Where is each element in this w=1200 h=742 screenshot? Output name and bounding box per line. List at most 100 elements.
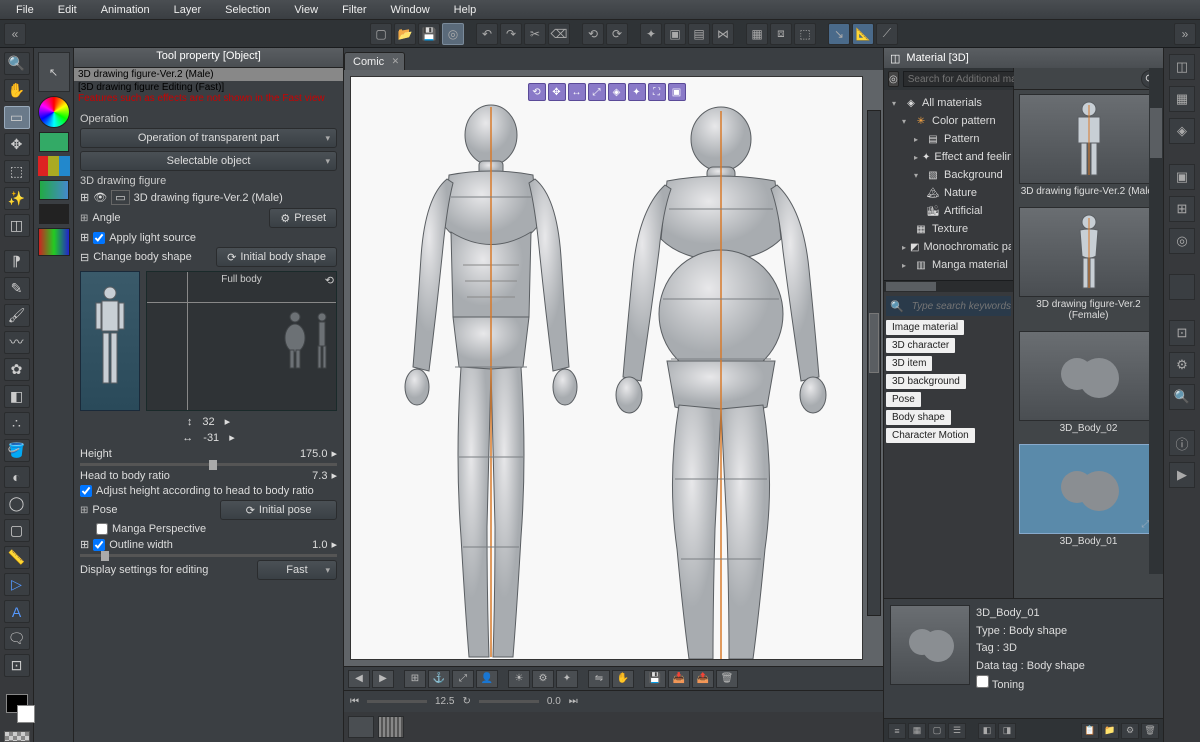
path-icon[interactable]: ▷ [4, 573, 30, 596]
scale-reset-icon[interactable]: ⤢ [452, 670, 474, 688]
tree-monochromatic[interactable]: ▸◩Monochromatic pattern [886, 238, 1011, 256]
cloud-search-icon[interactable]: ◎ [888, 71, 899, 87]
step-back-icon[interactable]: ⟲ [582, 23, 604, 45]
height-value[interactable]: 175.0 [300, 448, 328, 460]
tree-texture[interactable]: ▦Texture [886, 220, 1011, 238]
subtool-cursor-icon[interactable]: ↖ [38, 52, 70, 92]
zoom-value[interactable]: 12.5 [435, 696, 454, 707]
new-file-icon[interactable]: ▢ [370, 23, 392, 45]
next-icon[interactable]: ▶ [372, 670, 394, 688]
dock-layer-icon[interactable]: ▦ [1169, 86, 1195, 112]
rotate-icon[interactable]: ↻ [462, 696, 470, 707]
menu-edit[interactable]: Edit [48, 2, 87, 18]
tag-3d-background[interactable]: 3D background [886, 374, 966, 389]
snap-angle-icon[interactable]: ↘ [828, 23, 850, 45]
color-swatch-2[interactable] [39, 204, 69, 224]
zoom-slider[interactable] [367, 700, 427, 703]
nav-left-icon[interactable]: ⏮ [350, 696, 359, 707]
tree-color-pattern[interactable]: ▾✳Color pattern [886, 112, 1011, 130]
menu-window[interactable]: Window [381, 2, 440, 18]
light-1-icon[interactable]: ☀ [508, 670, 530, 688]
expand-outline-icon[interactable]: ⊞ [80, 538, 89, 551]
butterfly-icon[interactable]: ⋈ [712, 23, 734, 45]
box-icon[interactable]: ▣ [664, 23, 686, 45]
initial-body-button[interactable]: ⟳Initial body shape [216, 247, 337, 267]
preset-button[interactable]: ⚙Preset [269, 208, 337, 228]
correct-icon[interactable]: ⊡ [4, 654, 30, 677]
dock-info-icon[interactable]: ⓘ [1169, 430, 1195, 456]
tag-3d-character[interactable]: 3D character [886, 338, 955, 353]
dock-search-icon[interactable]: 🔍 [1169, 384, 1195, 410]
view-list-icon[interactable]: ≡ [888, 723, 906, 739]
thumb-body-02[interactable]: 3D_Body_02 [1019, 331, 1159, 440]
register-icon[interactable]: 📤 [692, 670, 714, 688]
light-3-icon[interactable]: ✦ [556, 670, 578, 688]
stack-icon[interactable]: ▤ [688, 23, 710, 45]
menu-layer[interactable]: Layer [164, 2, 212, 18]
hand-tool2-icon[interactable]: ✋ [612, 670, 634, 688]
tree-effect[interactable]: ▸✦Effect and feeling [886, 148, 1011, 166]
crop-icon[interactable]: ◫ [4, 214, 30, 237]
prev-icon[interactable]: ◀ [348, 670, 370, 688]
perspective-icon[interactable]: ⧈ [770, 23, 792, 45]
collapse-left-icon[interactable]: « [4, 23, 26, 45]
tree-background[interactable]: ▾▧Background [886, 166, 1011, 184]
ruler-tool-icon[interactable]: 📏 [4, 546, 30, 569]
thumb-body-01[interactable]: ⤢ 3D_Body_01 [1019, 444, 1159, 553]
cut-icon[interactable]: ✂ [524, 23, 546, 45]
thumb-male-figure[interactable]: 3D drawing figure-Ver.2 (Male) [1019, 94, 1159, 203]
anchor-icon[interactable]: ⚓ [428, 670, 450, 688]
dock-autoaction-icon[interactable]: ⊡ [1169, 320, 1195, 346]
page-icon[interactable]: ▭ [111, 190, 129, 205]
ratio-stepper-icon[interactable]: ▸ [331, 469, 337, 482]
light-2-icon[interactable]: ⚙ [532, 670, 554, 688]
body-shape-editor[interactable]: Full body ⟲ [80, 271, 337, 411]
tree-scrollbar[interactable] [884, 280, 1013, 292]
timeline-toggle-icon[interactable] [348, 716, 374, 738]
eraser-icon[interactable]: ◧ [4, 385, 30, 408]
expand-icon[interactable]: ⊞ [80, 191, 89, 204]
tag-character-motion[interactable]: Character Motion [886, 428, 975, 443]
fill-icon[interactable]: 🪣 [4, 439, 30, 462]
reset-body-icon[interactable]: ⟲ [325, 274, 334, 287]
tag-body-shape[interactable]: Body shape [886, 410, 951, 425]
menu-animation[interactable]: Animation [91, 2, 160, 18]
collapse-right-icon[interactable]: » [1174, 23, 1196, 45]
object-tool-icon[interactable]: ▭ [4, 106, 30, 129]
decoration-icon[interactable]: ✿ [4, 358, 30, 381]
marquee-icon[interactable]: ⬚ [794, 23, 816, 45]
frame-icon[interactable]: ▢ [4, 519, 30, 542]
pose-expander[interactable]: Pose [80, 504, 117, 516]
outline-value[interactable]: 1.0 [312, 539, 327, 551]
initial-pose-button[interactable]: ⟳Initial pose [220, 500, 337, 520]
thumb-female-figure[interactable]: 3D drawing figure-Ver.2 (Female) [1019, 207, 1159, 327]
undo-icon[interactable]: ↶ [476, 23, 498, 45]
menu-file[interactable]: File [6, 2, 44, 18]
eye-icon[interactable]: 👁 [93, 191, 107, 204]
select-icon[interactable]: ⬚ [4, 160, 30, 183]
properties-icon[interactable]: ⚙ [1121, 723, 1139, 739]
color-swatch-1[interactable] [39, 132, 69, 152]
balloon-icon[interactable]: 🗨 [4, 627, 30, 650]
tree-nature[interactable]: 🏔Nature [886, 184, 1011, 202]
menu-help[interactable]: Help [444, 2, 487, 18]
blend-icon[interactable]: ∴ [4, 412, 30, 435]
head-ratio-value[interactable]: 7.3 [312, 470, 327, 482]
apply-light-checkbox[interactable] [93, 232, 105, 244]
animation-panel-icon[interactable] [378, 716, 404, 738]
height-slider[interactable] [80, 463, 337, 466]
toning-checkbox[interactable] [976, 675, 989, 688]
outline-checkbox[interactable] [93, 539, 105, 551]
selectable-object-dropdown[interactable]: Selectable object [80, 151, 337, 171]
snap-ruler-icon[interactable]: 📐 [852, 23, 874, 45]
toggle-preview-icon[interactable]: ◨ [998, 723, 1016, 739]
viewport-scrollbar-vertical[interactable] [867, 110, 881, 616]
airbrush-icon[interactable]: 〰 [4, 331, 30, 354]
canvas[interactable]: ⟲ ✥ ↔ ⤢ ◈ ✦ ⛶ ▣ [350, 76, 863, 660]
hand-tool-icon[interactable]: ✋ [4, 79, 30, 102]
film-strip-icon[interactable] [38, 228, 70, 256]
view-detail-icon[interactable]: ☰ [948, 723, 966, 739]
ground-icon[interactable]: ⊞ [404, 670, 426, 688]
crosshair-icon[interactable]: ✦ [640, 23, 662, 45]
delete-3d-icon[interactable]: 🗑 [716, 670, 738, 688]
